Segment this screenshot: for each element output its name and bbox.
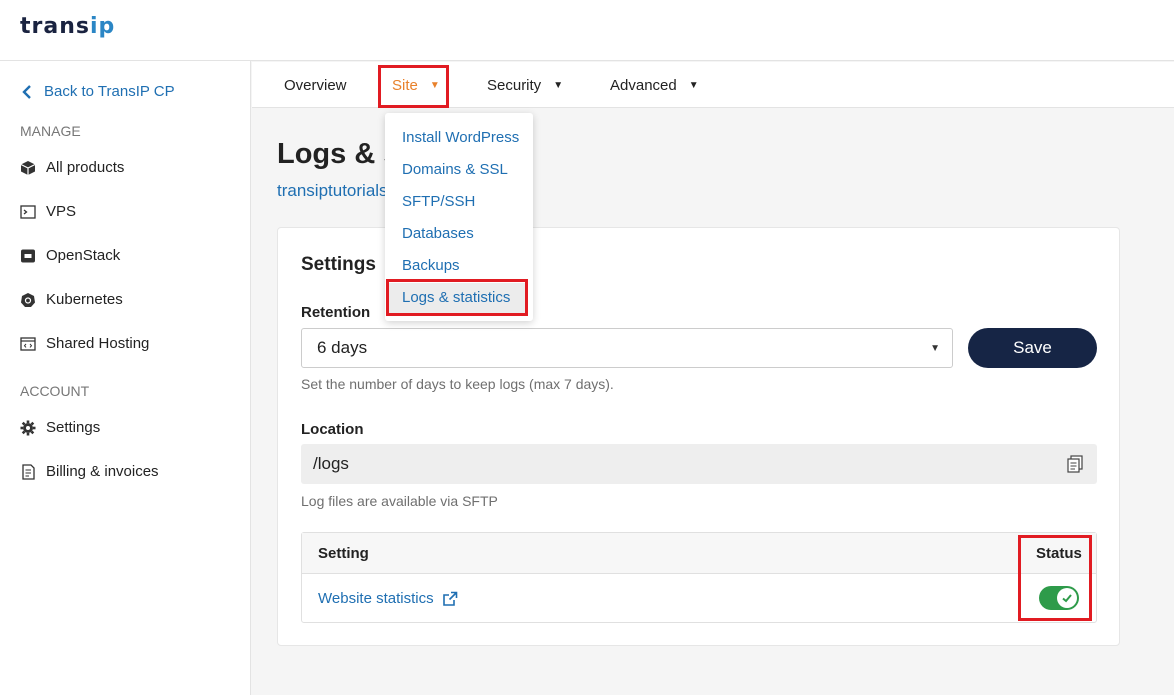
- sidebar-item-vps[interactable]: VPS: [20, 203, 76, 220]
- tab-label: Overview: [284, 76, 347, 94]
- statistics-table: Setting Status Website statistics: [301, 532, 1097, 623]
- sidebar-item-label: Shared Hosting: [46, 335, 150, 352]
- retention-select[interactable]: 6 days ▼: [301, 328, 953, 368]
- menu-item-backups[interactable]: Backups: [402, 257, 460, 274]
- sidebar-item-label: Billing & invoices: [46, 463, 159, 480]
- menu-item-databases[interactable]: Databases: [402, 225, 474, 242]
- top-bar: transip: [0, 0, 1174, 61]
- menu-item-sftp-ssh[interactable]: SFTP/SSH: [402, 193, 475, 210]
- kubernetes-icon: [20, 292, 36, 308]
- sidebar-item-label: OpenStack: [46, 247, 121, 264]
- logo-text: trans: [20, 14, 90, 39]
- sidebar-item-label: Kubernetes: [46, 291, 123, 308]
- sidebar-item-shared-hosting[interactable]: Shared Hosting: [20, 335, 149, 352]
- column-header-setting: Setting: [318, 545, 369, 562]
- tab-advanced[interactable]: Advanced ▼: [610, 62, 699, 108]
- tab-label: Advanced: [610, 76, 677, 94]
- chevron-left-icon: [22, 84, 31, 99]
- openstack-icon: [20, 248, 36, 264]
- sidebar: Back to TransIP CP MANAGE All products V…: [0, 61, 251, 695]
- caret-down-icon: ▼: [688, 79, 699, 91]
- gear-icon: [20, 420, 36, 436]
- code-window-icon: [20, 336, 36, 352]
- save-button[interactable]: Save: [968, 328, 1097, 368]
- tab-security[interactable]: Security ▼: [487, 62, 563, 108]
- highlight-box-site-tab: [378, 65, 449, 108]
- tab-label: Security: [487, 76, 542, 94]
- retention-hint: Set the number of days to keep logs (max…: [301, 376, 614, 392]
- sidebar-item-all-products[interactable]: All products: [20, 159, 124, 176]
- manage-section-label: MANAGE: [20, 123, 81, 139]
- sidebar-item-label: Settings: [46, 419, 101, 436]
- page-subtitle-domain[interactable]: transiptutorials: [277, 181, 388, 201]
- retention-value: 6 days: [317, 338, 368, 357]
- location-value: /logs: [313, 454, 349, 473]
- website-statistics-link[interactable]: Website statistics: [318, 590, 458, 607]
- table-header: Setting Status: [302, 533, 1096, 574]
- copy-icon[interactable]: [1067, 455, 1083, 473]
- menu-item-install-wordpress[interactable]: Install WordPress: [402, 129, 519, 146]
- transip-logo[interactable]: transip: [20, 14, 115, 39]
- back-link[interactable]: Back to TransIP CP: [20, 83, 175, 100]
- location-field: /logs: [301, 444, 1097, 484]
- location-hint: Log files are available via SFTP: [301, 493, 498, 509]
- cube-icon: [20, 160, 36, 176]
- tab-overview[interactable]: Overview: [284, 62, 347, 108]
- sidebar-item-label: All products: [46, 159, 125, 176]
- logo-accent-text: ip: [89, 14, 116, 39]
- account-section-label: ACCOUNT: [20, 383, 90, 399]
- sidebar-item-billing[interactable]: Billing & invoices: [20, 463, 159, 480]
- menu-item-domains-ssl[interactable]: Domains & SSL: [402, 161, 508, 178]
- sidebar-item-label: VPS: [46, 203, 77, 220]
- invoice-icon: [20, 463, 36, 480]
- retention-label: Retention: [301, 304, 371, 321]
- highlight-box-logs-statistics: [386, 279, 528, 316]
- sidebar-item-kubernetes[interactable]: Kubernetes: [20, 291, 123, 308]
- caret-down-icon: ▼: [930, 343, 940, 354]
- card-title: Settings: [301, 254, 376, 275]
- location-label: Location: [301, 421, 364, 438]
- caret-down-icon: ▼: [553, 79, 564, 91]
- website-statistics-label: Website statistics: [318, 590, 434, 607]
- back-link-label: Back to TransIP CP: [44, 83, 175, 100]
- sidebar-item-openstack[interactable]: OpenStack: [20, 247, 120, 264]
- external-link-icon: [442, 591, 457, 606]
- sidebar-item-settings[interactable]: Settings: [20, 419, 100, 436]
- page-title: Logs & s: [277, 138, 400, 170]
- highlight-box-status: [1018, 535, 1092, 621]
- terminal-icon: [20, 204, 36, 220]
